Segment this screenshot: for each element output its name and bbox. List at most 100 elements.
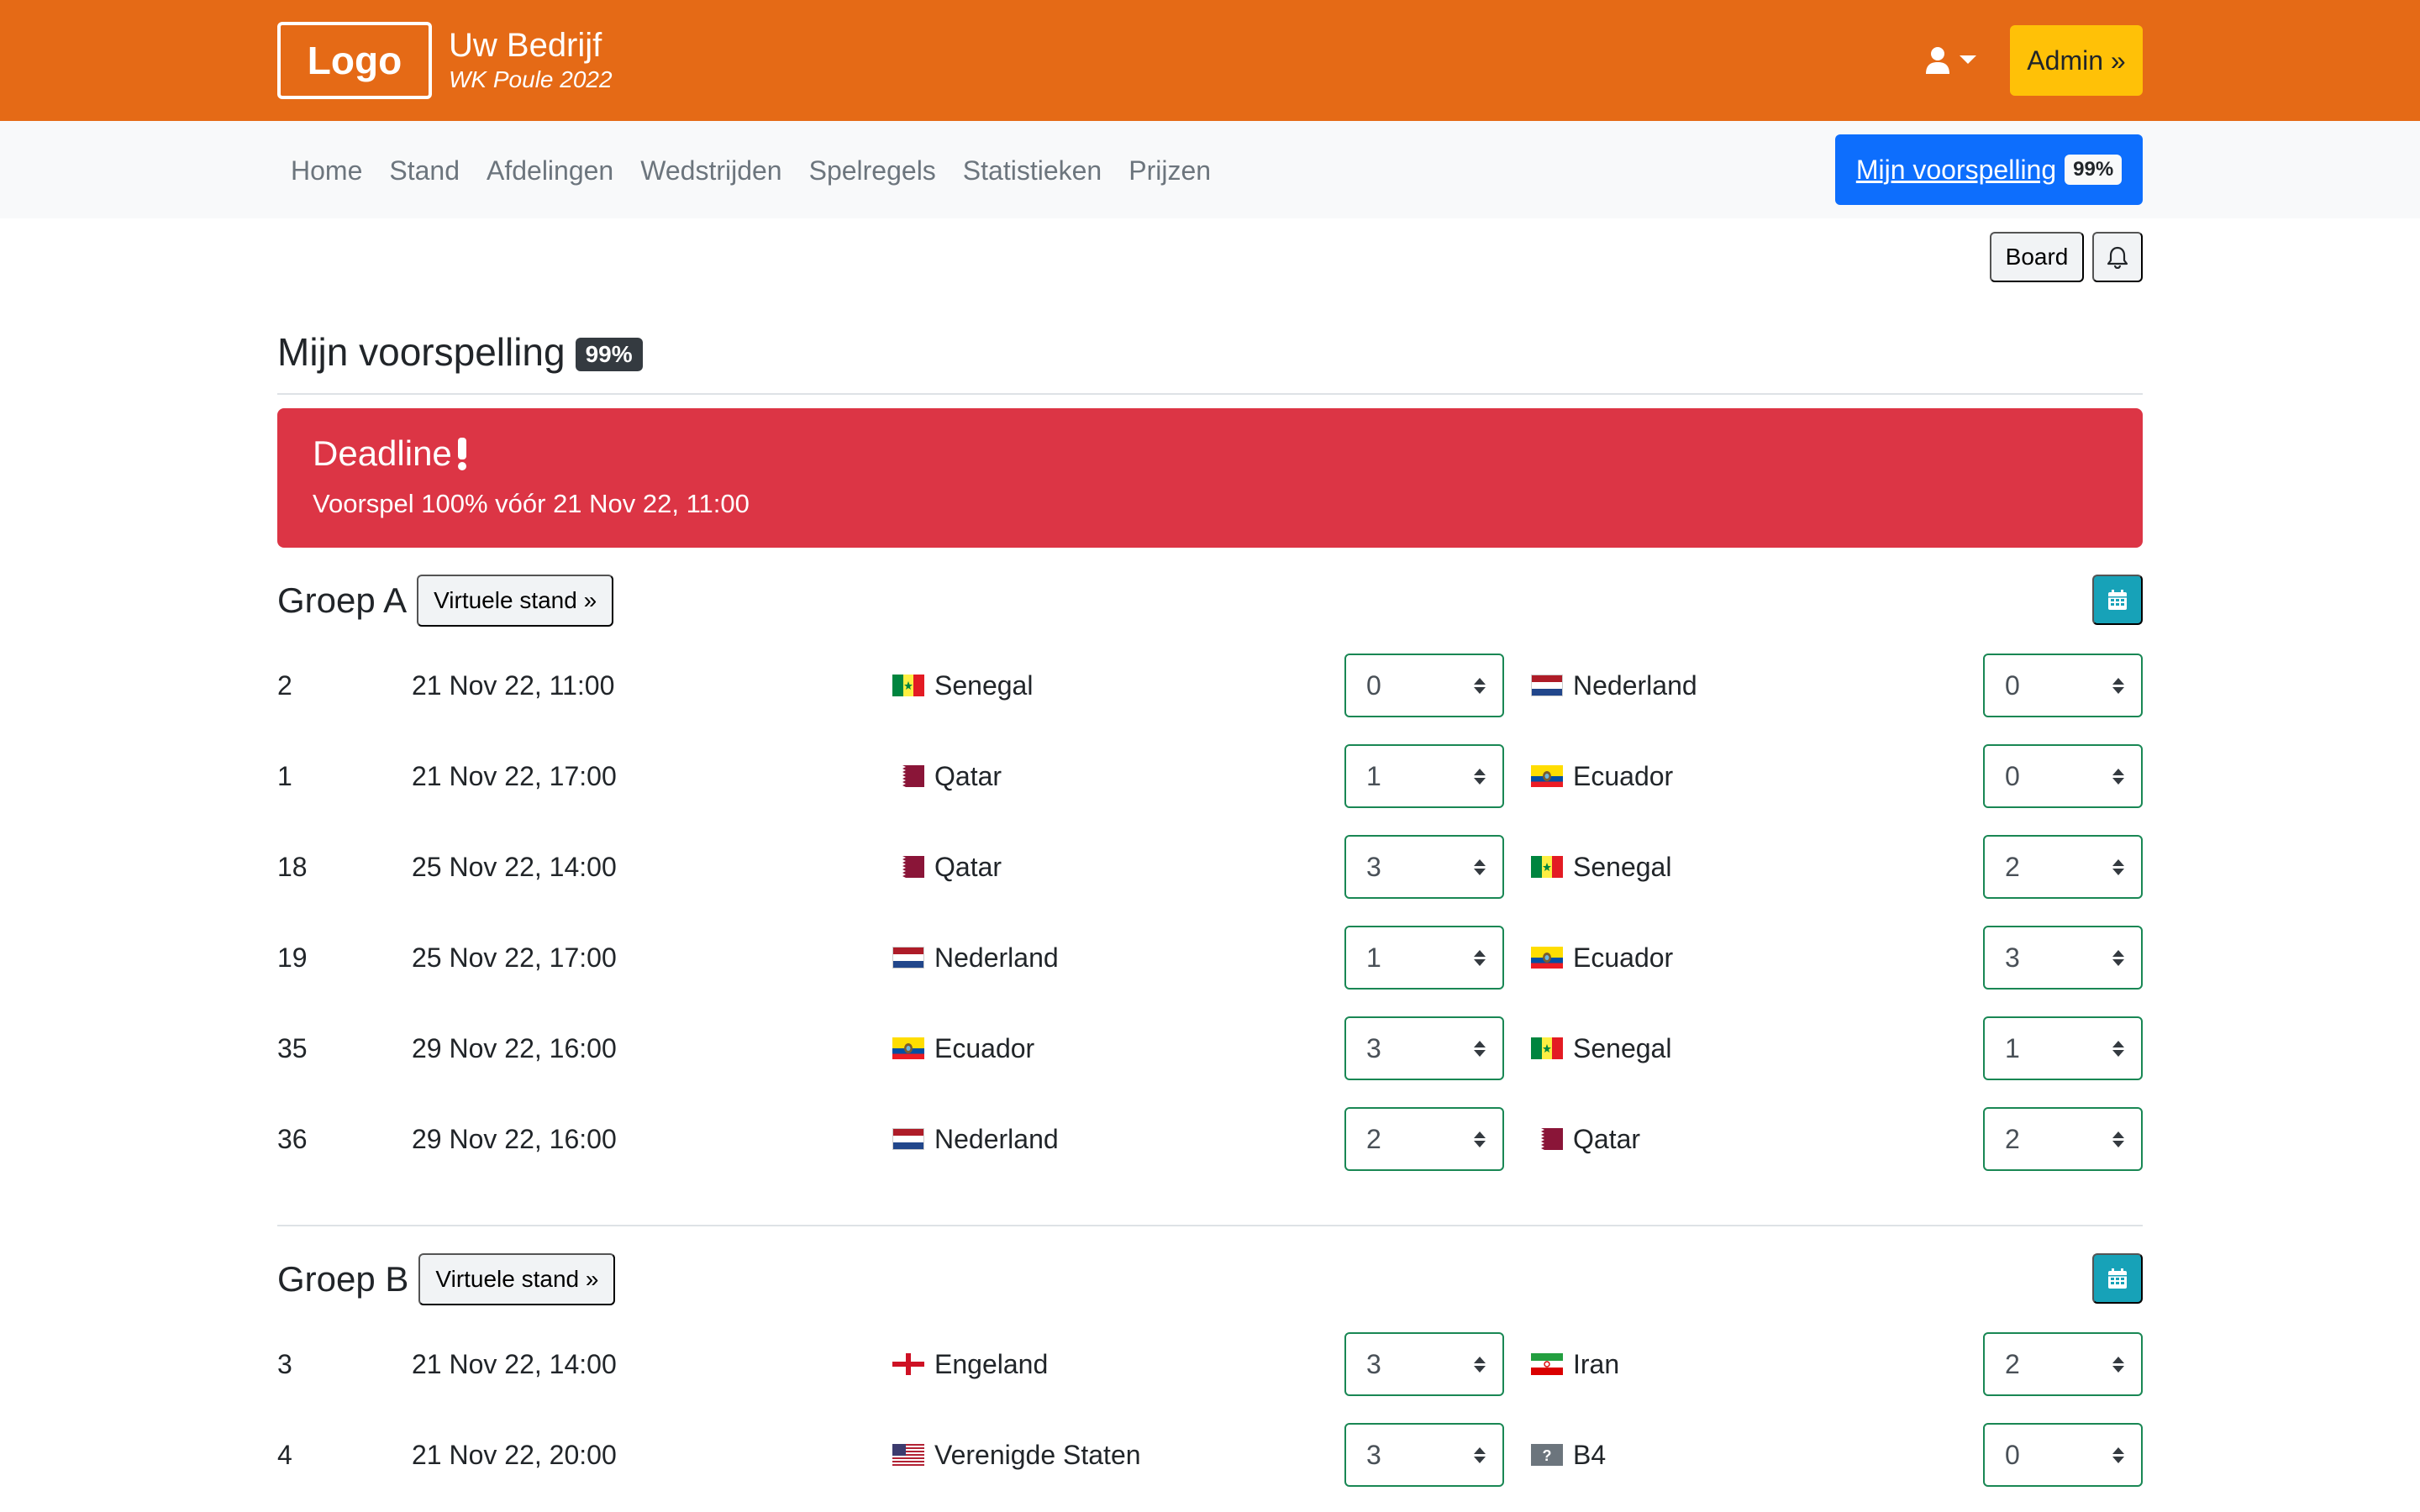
home-score-select[interactable]: 2 <box>1344 1107 1504 1171</box>
netherlands-flag-icon <box>1531 675 1563 696</box>
user-icon <box>1926 47 1949 74</box>
away-team: Ecuador <box>1531 926 1673 990</box>
calendar-button[interactable] <box>2092 1253 2143 1304</box>
match-date: 25 Nov 22, 14:00 <box>412 852 617 882</box>
home-score-select[interactable]: 3 <box>1344 1332 1504 1396</box>
away-team: Iran <box>1531 1332 1619 1396</box>
home-team: Nederland <box>892 1107 1059 1171</box>
senegal-flag-icon <box>1531 1037 1563 1059</box>
page-progress-badge: 99% <box>575 338 643 371</box>
home-score-value: 3 <box>1366 1348 1381 1379</box>
home-team-name: Qatar <box>934 851 1002 882</box>
user-menu-toggle[interactable] <box>1924 42 1991 79</box>
calendar-icon <box>2108 1268 2127 1289</box>
alert-title: Deadline <box>313 432 2107 475</box>
away-team: Senegal <box>1531 835 1671 899</box>
usa-flag-icon <box>892 1444 924 1466</box>
home-team: Nederland <box>892 926 1059 990</box>
select-arrows-icon <box>2112 1131 2124 1147</box>
board-button[interactable]: Board <box>1990 232 2084 282</box>
away-score-value: 2 <box>2005 1123 2020 1154</box>
home-score-select[interactable]: 3 <box>1344 835 1504 899</box>
home-score-select[interactable]: 0 <box>1344 654 1504 717</box>
match-row: 35 29 Nov 22, 16:00 Ecuador 3 Senegal 1 <box>277 1016 2143 1080</box>
match-number: 18 <box>277 852 308 882</box>
ecuador-flag-icon <box>1531 947 1563 969</box>
home-team: Qatar <box>892 835 1002 899</box>
nav-item-statistieken[interactable]: Statistieken <box>950 151 1115 190</box>
home-score-select[interactable]: 3 <box>1344 1423 1504 1487</box>
nav-item-home[interactable]: Home <box>277 151 376 190</box>
home-team: Verenigde Staten <box>892 1423 1141 1487</box>
away-team-name: Nederland <box>1573 669 1697 701</box>
senegal-flag-icon <box>1531 856 1563 878</box>
away-score-select[interactable]: 2 <box>1983 1332 2143 1396</box>
home-team: Qatar <box>892 744 1002 808</box>
away-team: Qatar <box>1531 1107 1640 1171</box>
match-row: 19 25 Nov 22, 17:00 Nederland 1 Ecuador … <box>277 926 2143 990</box>
match-row: 1 21 Nov 22, 17:00 Qatar 1 Ecuador 0 <box>277 744 2143 808</box>
home-team: Senegal <box>892 654 1033 717</box>
home-score-select[interactable]: 3 <box>1344 1016 1504 1080</box>
virtual-standings-button[interactable]: Virtuele stand » <box>418 1253 616 1305</box>
away-score-value: 0 <box>2005 760 2020 791</box>
group-divider <box>277 1225 2143 1226</box>
calendar-icon <box>2108 590 2127 610</box>
select-arrows-icon <box>1474 1356 1486 1373</box>
page-title: Mijn voorspelling 99% <box>277 329 643 375</box>
main-nav: Home Stand Afdelingen Wedstrijden Spelre… <box>0 121 2420 218</box>
my-prediction-label: Mijn voorspelling <box>1855 154 2057 185</box>
senegal-flag-icon <box>892 675 924 696</box>
away-score-select[interactable]: 0 <box>1983 654 2143 717</box>
exclamation-icon <box>457 438 466 470</box>
nav-item-prijzen[interactable]: Prijzen <box>1115 151 1224 190</box>
svg-text:?: ? <box>1543 1447 1552 1464</box>
away-score-select[interactable]: 0 <box>1983 1423 2143 1487</box>
admin-button[interactable]: Admin » <box>2010 25 2143 96</box>
notifications-button[interactable] <box>2092 232 2143 282</box>
nav-item-spelregels[interactable]: Spelregels <box>796 151 950 190</box>
calendar-button[interactable] <box>2092 575 2143 625</box>
home-score-select[interactable]: 1 <box>1344 744 1504 808</box>
match-row: 3 21 Nov 22, 14:00 Engeland 3 Iran 2 <box>277 1332 2143 1396</box>
iran-flag-icon <box>1531 1353 1563 1375</box>
home-score-select[interactable]: 1 <box>1344 926 1504 990</box>
away-team-name: Senegal <box>1573 851 1672 882</box>
nav-item-stand[interactable]: Stand <box>376 151 473 190</box>
nav-item-afdelingen[interactable]: Afdelingen <box>473 151 627 190</box>
select-arrows-icon <box>2112 768 2124 785</box>
home-team-name: Nederland <box>934 942 1059 973</box>
away-team: Ecuador <box>1531 744 1673 808</box>
away-score-select[interactable]: 3 <box>1983 926 2143 990</box>
away-team-name: Ecuador <box>1573 942 1674 973</box>
home-score-value: 1 <box>1366 760 1381 791</box>
my-prediction-button[interactable]: Mijn voorspelling 99% <box>1835 134 2143 205</box>
match-row: 18 25 Nov 22, 14:00 Qatar 3 Senegal 2 <box>277 835 2143 899</box>
title-divider <box>277 393 2143 395</box>
match-row: 2 21 Nov 22, 11:00 Senegal 0 Nederland 0 <box>277 654 2143 717</box>
england-flag-icon <box>892 1353 924 1375</box>
away-team-name: Iran <box>1573 1348 1620 1379</box>
away-score-select[interactable]: 1 <box>1983 1016 2143 1080</box>
match-row: 36 29 Nov 22, 16:00 Nederland 2 Qatar 2 <box>277 1107 2143 1171</box>
home-score-value: 3 <box>1366 851 1381 882</box>
home-team-name: Nederland <box>934 1123 1059 1154</box>
match-number: 4 <box>277 1440 292 1470</box>
select-arrows-icon <box>2112 677 2124 694</box>
home-team-name: Engeland <box>934 1348 1049 1379</box>
away-score-select[interactable]: 2 <box>1983 835 2143 899</box>
select-arrows-icon <box>2112 1040 2124 1057</box>
bell-icon <box>2107 246 2128 269</box>
group-title: Groep A <box>277 580 408 620</box>
qatar-flag-icon <box>892 856 924 878</box>
away-team-name: B4 <box>1573 1439 1607 1470</box>
nav-item-wedstrijden[interactable]: Wedstrijden <box>627 151 795 190</box>
away-score-select[interactable]: 0 <box>1983 744 2143 808</box>
logo[interactable]: Logo <box>277 22 432 99</box>
select-arrows-icon <box>1474 858 1486 875</box>
away-score-select[interactable]: 2 <box>1983 1107 2143 1171</box>
netherlands-flag-icon <box>892 947 924 969</box>
virtual-standings-button[interactable]: Virtuele stand » <box>417 575 614 627</box>
ecuador-flag-icon <box>1531 765 1563 787</box>
away-team-name: Ecuador <box>1573 760 1674 791</box>
